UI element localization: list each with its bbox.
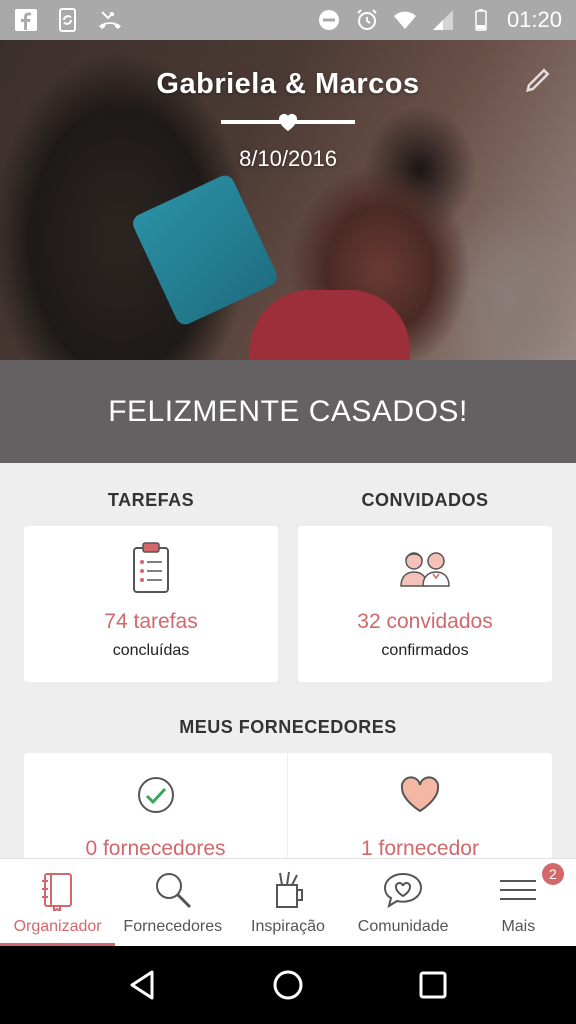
tasks-subtitle: concluídas xyxy=(112,642,190,659)
phone-sync-icon xyxy=(59,8,76,32)
inspiration-cup-icon xyxy=(275,871,303,908)
nav-label: Fornecedores xyxy=(123,918,223,935)
battery-icon xyxy=(475,9,487,31)
alarm-icon xyxy=(357,9,377,30)
search-icon xyxy=(155,873,191,909)
photo-detail xyxy=(250,290,410,360)
guests-count: 32 convidados xyxy=(357,610,493,633)
wedding-date: 8/10/2016 xyxy=(239,146,337,171)
tasks-count: 74 tarefas xyxy=(104,610,198,633)
back-icon[interactable] xyxy=(126,968,160,1002)
nav-label: Comunidade xyxy=(357,918,449,935)
nav-label: Mais xyxy=(501,918,536,935)
clipboard-checklist-icon xyxy=(133,542,169,593)
nav-mais[interactable]: 2 Mais xyxy=(461,859,576,946)
guests-title: CONVIDADOS xyxy=(361,490,489,510)
wifi-icon xyxy=(393,11,416,29)
menu-icon xyxy=(500,880,537,900)
guests-card[interactable]: 32 convidados confirmados xyxy=(298,526,552,682)
nav-comunidade[interactable]: Comunidade xyxy=(346,859,461,946)
edit-icon[interactable] xyxy=(524,64,554,94)
guests-couple-icon xyxy=(400,552,450,587)
nav-inspiracao[interactable]: Inspiração xyxy=(230,859,345,946)
recents-icon[interactable] xyxy=(416,968,450,1002)
nav-label: Inspiração xyxy=(251,918,325,935)
nav-fornecedores[interactable]: Fornecedores xyxy=(115,859,230,946)
photo-detail xyxy=(129,172,281,328)
tasks-card[interactable]: 74 tarefas concluídas xyxy=(24,526,278,682)
couple-names: Gabriela & Marcos xyxy=(156,68,420,100)
system-navigation-bar xyxy=(0,946,576,1024)
do-not-disturb-icon xyxy=(318,10,339,30)
nav-label: Organizador xyxy=(13,918,102,935)
notebook-icon xyxy=(41,873,72,911)
couple-photo-header[interactable]: Gabriela & Marcos 8/10/2016 xyxy=(0,40,576,360)
status-bar: 01:20 xyxy=(0,0,576,40)
banner-text: FELIZMENTE CASADOS! xyxy=(108,394,468,428)
nav-organizador[interactable]: Organizador xyxy=(0,859,116,946)
clock: 01:20 xyxy=(506,7,562,32)
heart-icon xyxy=(279,114,297,131)
status-banner: FELIZMENTE CASADOS! xyxy=(0,360,576,463)
vendors-title: MEUS FORNECEDORES xyxy=(179,717,397,737)
signal-icon xyxy=(432,10,453,30)
missed-call-icon xyxy=(99,11,121,29)
check-circle-icon xyxy=(137,777,174,813)
home-icon[interactable] xyxy=(271,968,305,1002)
tasks-title: TAREFAS xyxy=(107,490,195,510)
notification-badge: 2 xyxy=(541,863,564,885)
vendors-favorites-card[interactable]: 1 fornecedor xyxy=(288,753,552,873)
facebook-icon xyxy=(15,9,37,31)
vendors-hired-card[interactable]: 0 fornecedores xyxy=(24,753,287,873)
guests-subtitle: confirmados xyxy=(381,642,469,659)
chat-heart-icon xyxy=(384,872,423,909)
bottom-navigation: Organizador Fornecedores Inspiração Comu… xyxy=(0,858,576,946)
heart-icon xyxy=(400,776,440,813)
